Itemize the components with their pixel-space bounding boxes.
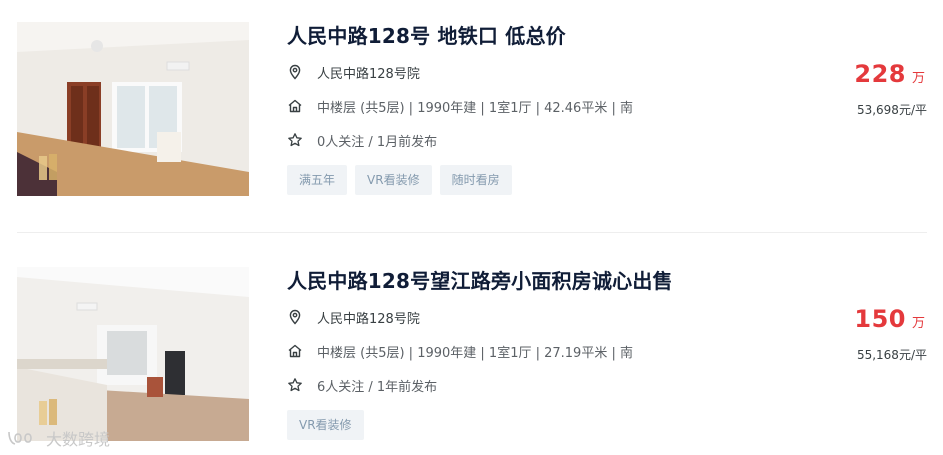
tag: 满五年 [287, 165, 348, 195]
house-info-text: 中楼层 (共5层) | 1990年建 | 1室1厅 | 27.19平米 | 南 [317, 345, 633, 361]
watermark-logo-icon [39, 399, 59, 427]
total-price: 150 万 [854, 305, 925, 333]
listing-title[interactable]: 人民中路128号望江路旁小面积房诚心出售 [287, 265, 673, 294]
price-value: 150 [854, 305, 906, 333]
follow-row: 6人关注 / 1年前发布 [287, 375, 437, 395]
tag-list: VR看装修 [287, 410, 364, 440]
house-info-text: 中楼层 (共5层) | 1990年建 | 1室1厅 | 42.46平米 | 南 [317, 100, 633, 116]
house-info-row: 中楼层 (共5层) | 1990年建 | 1室1厅 | 42.46平米 | 南 [287, 96, 633, 116]
follow-row: 0人关注 / 1月前发布 [287, 130, 437, 150]
address-row: 人民中路128号院 [287, 307, 420, 327]
star-icon [287, 377, 303, 393]
price-unit: 万 [911, 71, 925, 86]
listing-photo[interactable] [17, 22, 249, 196]
listing-card[interactable]: 人民中路128号望江路旁小面积房诚心出售 人民中路128号院 中楼层 (共5层)… [0, 245, 943, 441]
address-row: 人民中路128号院 [287, 62, 420, 82]
price-value: 228 [854, 60, 906, 88]
tag: VR看装修 [287, 410, 364, 440]
unit-price: 53,698元/平 [856, 103, 927, 117]
listing-photo[interactable] [17, 267, 249, 441]
location-pin-icon [287, 309, 303, 325]
address-link[interactable]: 人民中路128号院 [317, 308, 420, 327]
price-unit: 万 [911, 316, 925, 331]
address-link[interactable]: 人民中路128号院 [317, 63, 420, 82]
watermark: 大数跨境 [6, 426, 110, 450]
house-info-row: 中楼层 (共5层) | 1990年建 | 1室1厅 | 27.19平米 | 南 [287, 341, 633, 361]
total-price: 228 万 [854, 60, 925, 88]
tag: VR看装修 [355, 165, 432, 195]
watermark-logo-icon [39, 154, 59, 182]
listing-title[interactable]: 人民中路128号 地铁口 低总价 [287, 20, 566, 49]
listing-card[interactable]: 人民中路128号 地铁口 低总价 人民中路128号院 中楼层 (共5层) | 1… [0, 0, 943, 196]
tag: 随时看房 [439, 165, 512, 195]
watermark-text: 大数跨境 [46, 430, 111, 449]
house-icon [287, 343, 303, 359]
house-icon [287, 98, 303, 114]
tag-list: 满五年 VR看装修 随时看房 [287, 165, 512, 195]
follow-text: 0人关注 / 1月前发布 [317, 134, 438, 150]
watermark-brand-icon [8, 431, 32, 445]
follow-text: 6人关注 / 1年前发布 [317, 379, 438, 395]
location-pin-icon [287, 64, 303, 80]
star-icon [287, 132, 303, 148]
unit-price: 55,168元/平 [856, 348, 927, 362]
listing-divider [17, 232, 927, 233]
